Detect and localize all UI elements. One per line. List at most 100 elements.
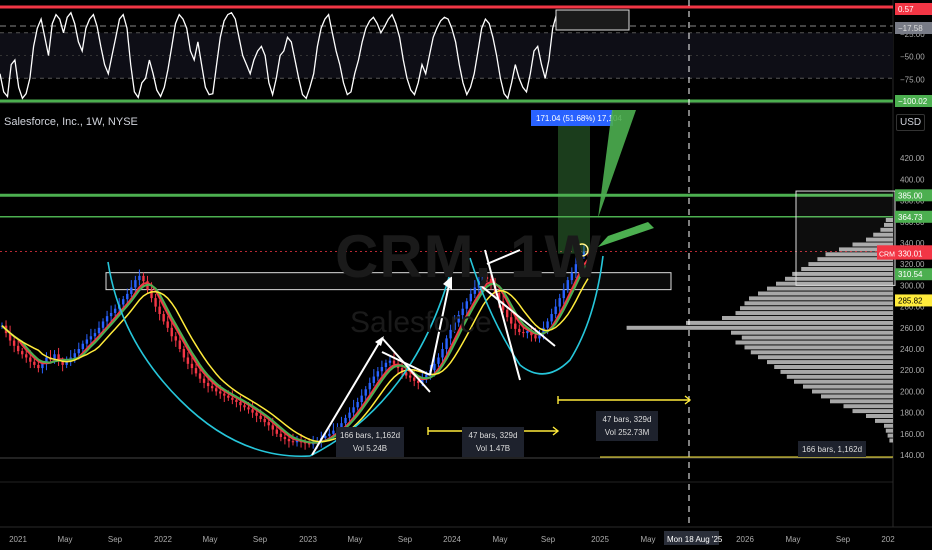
- candle-body: [158, 306, 161, 315]
- price-tick-label: 180.00: [900, 409, 925, 418]
- volume-profile-bar: [731, 330, 893, 335]
- volume-profile-bar: [767, 360, 893, 365]
- candle-body: [41, 363, 44, 369]
- osc-marker-label: −17.58: [898, 24, 923, 33]
- range-info-text: Vol 252.73M: [605, 428, 650, 437]
- candle-body: [198, 373, 202, 379]
- volume-profile-bar: [830, 399, 893, 404]
- volume-profile-bar: [741, 335, 893, 340]
- time-tick-label: May: [492, 535, 507, 544]
- candle-body: [202, 378, 206, 383]
- candle-body: [194, 368, 198, 374]
- range-info-text: 166 bars, 1,162d: [340, 431, 400, 440]
- candle-body: [29, 357, 32, 362]
- candle-body: [178, 340, 182, 349]
- volume-profile-bar: [758, 355, 893, 360]
- candle-body: [546, 321, 549, 328]
- volume-profile-bar: [866, 414, 893, 418]
- candle-body: [214, 388, 218, 392]
- volume-profile-bar: [740, 306, 893, 311]
- candle-body: [12, 340, 16, 346]
- time-tick-label: May: [347, 535, 362, 544]
- volume-profile-bar: [744, 345, 893, 350]
- time-tick-label: 2022: [154, 535, 172, 544]
- candle-body: [182, 349, 186, 358]
- candle-body: [328, 433, 331, 436]
- time-tick-label: Sep: [836, 535, 851, 544]
- candle-body: [259, 415, 262, 419]
- oscillator-panel[interactable]: [0, 5, 893, 103]
- candle-body: [77, 349, 80, 354]
- osc-marker-label: 0.57: [898, 5, 914, 14]
- candle-body: [105, 316, 109, 322]
- green-arrow: [598, 110, 636, 218]
- candle-body: [518, 328, 521, 333]
- candle-body: [558, 298, 561, 307]
- candle-body: [231, 397, 234, 400]
- level-tag: CRM: [879, 252, 895, 259]
- time-tick-label: 2023: [299, 535, 317, 544]
- candle-body: [122, 299, 125, 305]
- osc-rect: [555, 9, 630, 31]
- candle-body: [186, 357, 190, 364]
- volume-profile-bar: [794, 379, 893, 384]
- price-tick-label: 300.00: [900, 281, 925, 290]
- volume-profile-bar: [722, 316, 893, 320]
- candle-body: [384, 362, 388, 368]
- candle-body: [109, 312, 113, 317]
- time-tick-label: 2026: [736, 535, 754, 544]
- candle-body: [287, 439, 291, 442]
- time-tick-label: May: [57, 535, 72, 544]
- candle-body: [247, 407, 250, 410]
- time-tick-label: Sep: [541, 535, 556, 544]
- candle-body: [271, 425, 274, 430]
- candle-body: [332, 430, 335, 434]
- volume-profile-bar: [686, 320, 893, 325]
- level-marker-label: 385.00: [898, 191, 923, 200]
- candle-body: [37, 364, 40, 369]
- candle-body: [85, 339, 89, 344]
- candle-body: [392, 360, 396, 364]
- candle-body: [210, 386, 214, 389]
- candle-body: [441, 349, 444, 358]
- candle-body: [93, 333, 97, 337]
- candle-body: [505, 309, 509, 318]
- candle-body: [243, 405, 246, 408]
- price-tick-label: 220.00: [900, 366, 925, 375]
- candle-body: [142, 275, 145, 282]
- candle-body: [239, 402, 242, 406]
- candle-body: [413, 377, 416, 381]
- price-tick-label: 420.00: [900, 154, 925, 163]
- range-info-text: Vol 1.47B: [476, 444, 510, 453]
- time-tick-label: Sep: [253, 535, 268, 544]
- volume-profile-bar: [767, 286, 893, 291]
- candle-body: [554, 306, 557, 315]
- candle-body: [380, 367, 384, 372]
- time-tick-label: Sep: [398, 535, 413, 544]
- currency-button[interactable]: USD: [896, 114, 926, 131]
- candle-body: [275, 429, 279, 434]
- candle-body: [235, 399, 238, 402]
- candle-body: [433, 363, 436, 371]
- candle-body: [514, 323, 517, 329]
- candle-body: [166, 321, 169, 328]
- candle-body: [73, 353, 76, 358]
- candle-body: [255, 412, 258, 416]
- time-tick-label: May: [640, 535, 655, 544]
- level-marker-label: 310.54: [898, 270, 923, 279]
- candle-body: [190, 363, 194, 369]
- symbol-label[interactable]: Salesforce, Inc., 1W, NYSE: [4, 116, 138, 128]
- candle-body: [134, 280, 137, 288]
- volume-profile-bar: [875, 418, 893, 423]
- candle-body: [150, 289, 153, 299]
- candle-body: [219, 391, 222, 394]
- candle-body: [267, 422, 270, 426]
- volume-profile-bar: [749, 296, 893, 301]
- candle-body: [356, 402, 359, 408]
- price-tick-label: 160.00: [900, 430, 925, 439]
- price-tick-label: 260.00: [900, 324, 925, 333]
- green-arrow: [598, 222, 654, 247]
- volume-profile-bar: [735, 340, 893, 345]
- range-info-text: 47 bars, 329d: [603, 415, 652, 424]
- price-tick-label: 320.00: [900, 260, 925, 269]
